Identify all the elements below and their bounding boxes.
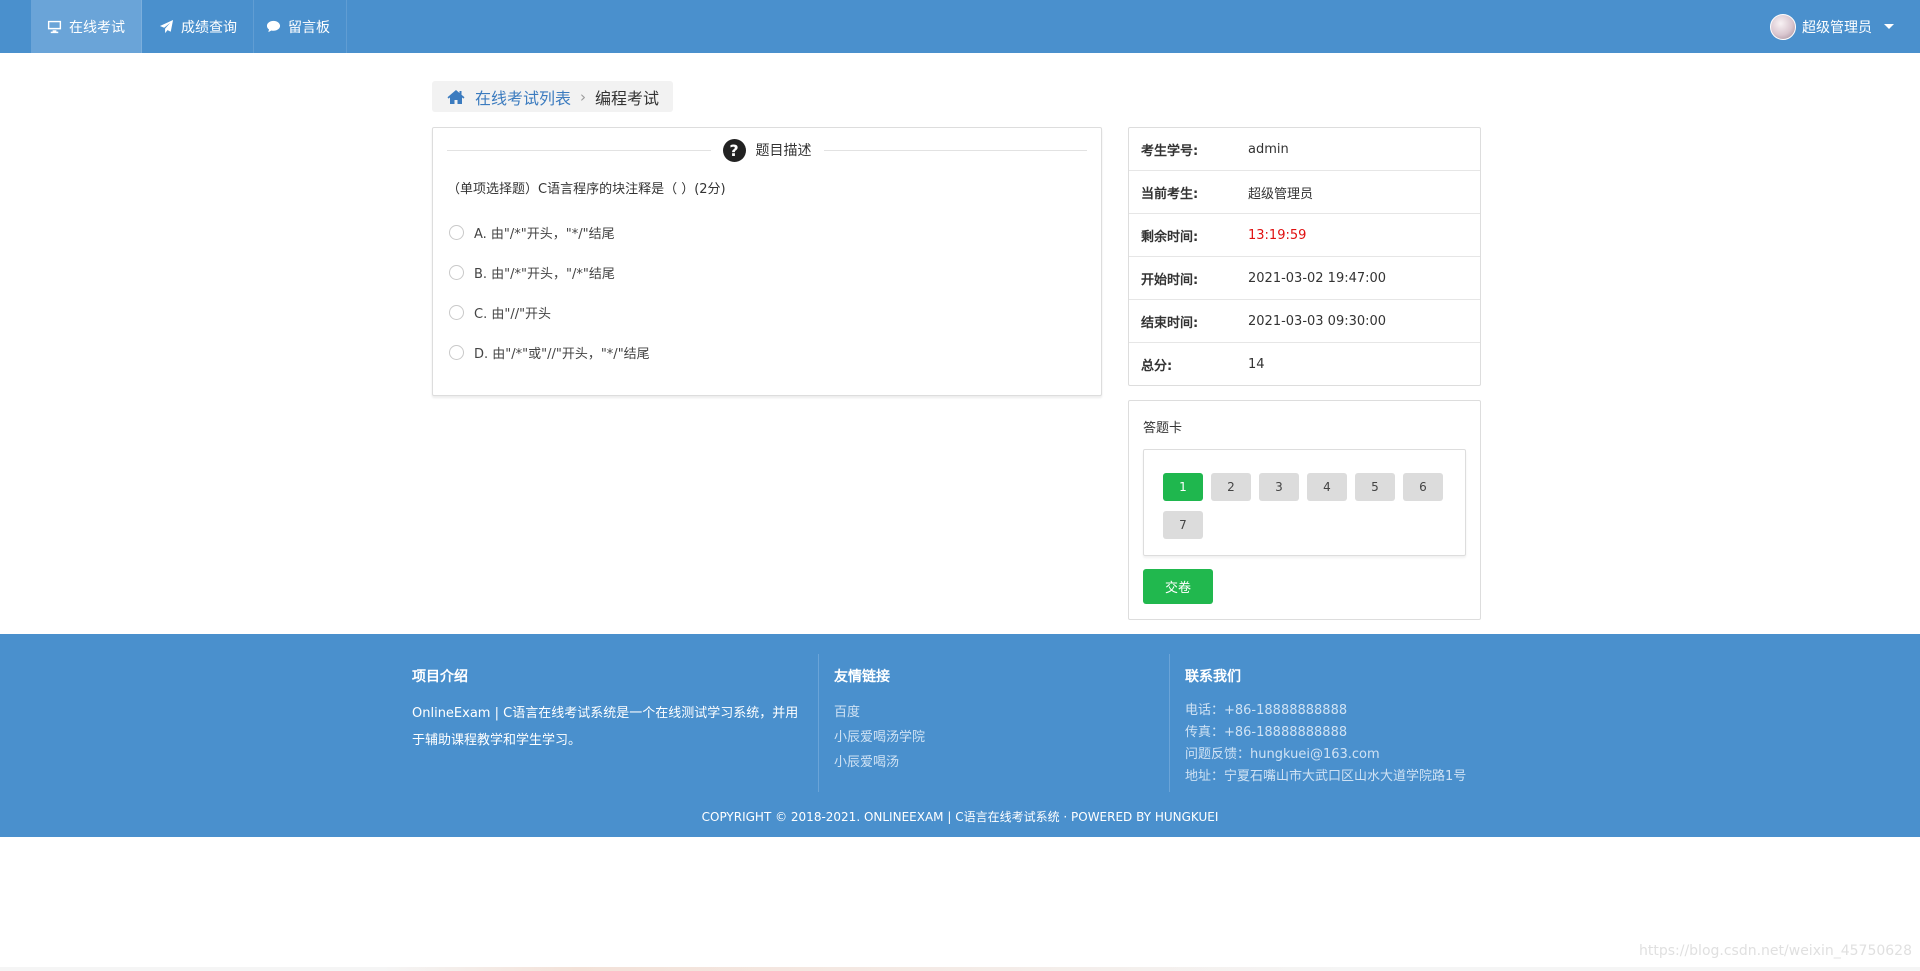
option-c[interactable]: C. 由"//"开头 xyxy=(449,303,551,322)
info-value: 2021-03-02 19:47:00 xyxy=(1248,270,1387,286)
radio-button[interactable] xyxy=(449,225,464,240)
question-circle-icon: ? xyxy=(722,138,746,162)
contact-line: 地址：宁夏石嘴山市大武口区山水大道学院路1号 xyxy=(1185,769,1467,784)
divider xyxy=(447,149,711,151)
home-icon xyxy=(447,89,465,104)
info-value: 2021-03-03 09:30:00 xyxy=(1248,313,1387,329)
option-d[interactable]: D. 由"/*"或"//"开头，"*/"结尾 xyxy=(449,343,650,362)
watermark-text: https://blog.csdn.net/weixin_45750628 xyxy=(1638,943,1912,959)
remaining-time-value: 13:19:59 xyxy=(1248,227,1307,243)
comments-icon xyxy=(266,20,281,33)
info-label: 总分: xyxy=(1141,359,1173,374)
radio-button[interactable] xyxy=(449,345,464,360)
option-label: D. 由"/*"或"//"开头，"*/"结尾 xyxy=(474,347,650,362)
footer-contact: 联系我们 电话：+86-18888888888 传真：+86-188888888… xyxy=(1185,666,1466,788)
nav-item-label: 成绩查询 xyxy=(181,19,237,36)
footer-intro: 项目介绍 OnlineExam | C语言在线考试系统是一个在线测试学习系统，并… xyxy=(412,666,807,754)
footer-heading: 联系我们 xyxy=(1185,669,1241,685)
question-number-button[interactable]: 7 xyxy=(1163,511,1203,539)
info-value: 超级管理员 xyxy=(1248,186,1314,202)
nav-item-label: 留言板 xyxy=(288,19,330,36)
breadcrumb-link-exam-list[interactable]: 在线考试列表 xyxy=(475,85,571,109)
copyright-text: COPYRIGHT © 2018-2021. ONLINEEXAM | C语言在… xyxy=(701,810,1219,824)
breadcrumb: 在线考试列表 › 编程考试 xyxy=(432,81,674,112)
bottom-strip xyxy=(0,967,1920,971)
option-label: A. 由"/*"开头，"*/"结尾 xyxy=(474,227,615,242)
question-number-button[interactable]: 2 xyxy=(1211,473,1251,501)
answer-card-title: 答题卡 xyxy=(1143,421,1183,436)
contact-line: 传真：+86-18888888888 xyxy=(1185,725,1348,740)
info-value: admin xyxy=(1248,141,1289,157)
info-label: 开始时间: xyxy=(1141,272,1199,288)
info-row-remaining-time: 剩余时间: 13:19:59 xyxy=(1129,214,1480,257)
exam-info-panel: 考生学号: admin 当前考生: 超级管理员 剩余时间: 13:19:59 开… xyxy=(1128,127,1481,386)
question-panel: ? 题目描述 （单项选择题）C语言程序的块注释是（ ）(2分) A. 由"/*"… xyxy=(432,127,1102,396)
breadcrumb-current: 编程考试 xyxy=(595,88,660,108)
question-header: ? 题目描述 xyxy=(447,138,1087,162)
divider xyxy=(823,149,1087,151)
monitor-icon xyxy=(47,20,62,34)
footer-intro-text: OnlineExam | C语言在线考试系统是一个在线测试学习系统，并用于辅助课… xyxy=(412,706,799,748)
info-row-current-student: 当前考生: 超级管理员 xyxy=(1129,171,1480,214)
option-label: C. 由"//"开头 xyxy=(474,307,552,322)
answer-card-box: 1 2 3 4 5 6 7 xyxy=(1143,449,1466,556)
chevron-right-icon: › xyxy=(580,87,587,106)
footer: 项目介绍 OnlineExam | C语言在线考试系统是一个在线测试学习系统，并… xyxy=(0,634,1920,837)
footer-link[interactable]: 百度 xyxy=(834,700,925,725)
nav-item-online-exam[interactable]: 在线考试 xyxy=(31,0,142,53)
info-label: 当前考生: xyxy=(1141,186,1199,202)
user-menu[interactable]: 超级管理员 xyxy=(1770,0,1894,53)
user-name: 超级管理员 xyxy=(1802,19,1872,36)
nav-item-score-query[interactable]: 成绩查询 xyxy=(143,0,254,53)
question-header-label: 题目描述 xyxy=(755,143,812,159)
info-row-total-score: 总分: 14 xyxy=(1129,343,1480,386)
option-label: B. 由"/*"开头，"/*"结尾 xyxy=(474,267,615,282)
submit-exam-button[interactable]: 交卷 xyxy=(1143,569,1213,604)
question-number-button[interactable]: 1 xyxy=(1163,473,1203,501)
question-number-button[interactable]: 6 xyxy=(1403,473,1443,501)
radio-button[interactable] xyxy=(449,265,464,280)
info-label: 考生学号: xyxy=(1141,143,1199,159)
divider xyxy=(1169,654,1170,792)
chevron-down-icon xyxy=(1884,24,1894,29)
option-a[interactable]: A. 由"/*"开头，"*/"结尾 xyxy=(449,223,615,242)
paper-plane-icon xyxy=(159,19,174,34)
footer-heading: 友情链接 xyxy=(834,669,890,685)
footer-links: 友情链接 百度 小辰爱喝汤学院 小辰爱喝汤 xyxy=(834,666,925,775)
info-label: 结束时间: xyxy=(1141,315,1199,331)
divider xyxy=(818,654,819,792)
info-label: 剩余时间: xyxy=(1141,229,1199,245)
nav-item-label: 在线考试 xyxy=(69,19,125,36)
question-text: （单项选择题）C语言程序的块注释是（ ）(2分) xyxy=(447,182,726,197)
question-number-button[interactable]: 3 xyxy=(1259,473,1299,501)
info-row-student-id: 考生学号: admin xyxy=(1129,128,1480,171)
question-header-title: ? 题目描述 xyxy=(711,138,824,162)
question-number-button[interactable]: 5 xyxy=(1355,473,1395,501)
info-value: 14 xyxy=(1248,357,1265,372)
contact-line: 问题反馈：hungkuei@163.com xyxy=(1185,747,1380,762)
info-row-end-time: 结束时间: 2021-03-03 09:30:00 xyxy=(1129,300,1480,343)
footer-link[interactable]: 小辰爱喝汤学院 xyxy=(834,725,925,750)
info-row-start-time: 开始时间: 2021-03-02 19:47:00 xyxy=(1129,257,1480,300)
footer-link[interactable]: 小辰爱喝汤 xyxy=(834,750,925,775)
radio-button[interactable] xyxy=(449,305,464,320)
nav-item-message-board[interactable]: 留言板 xyxy=(250,0,347,53)
contact-line: 电话：+86-18888888888 xyxy=(1185,703,1348,718)
footer-heading: 项目介绍 xyxy=(412,669,468,685)
avatar xyxy=(1770,13,1796,40)
top-navbar: 在线考试 成绩查询 留言板 超级管理员 xyxy=(0,0,1920,53)
answer-card-panel: 答题卡 1 2 3 4 5 6 7 交卷 xyxy=(1128,400,1481,620)
option-b[interactable]: B. 由"/*"开头，"/*"结尾 xyxy=(449,263,615,282)
question-number-button[interactable]: 4 xyxy=(1307,473,1347,501)
